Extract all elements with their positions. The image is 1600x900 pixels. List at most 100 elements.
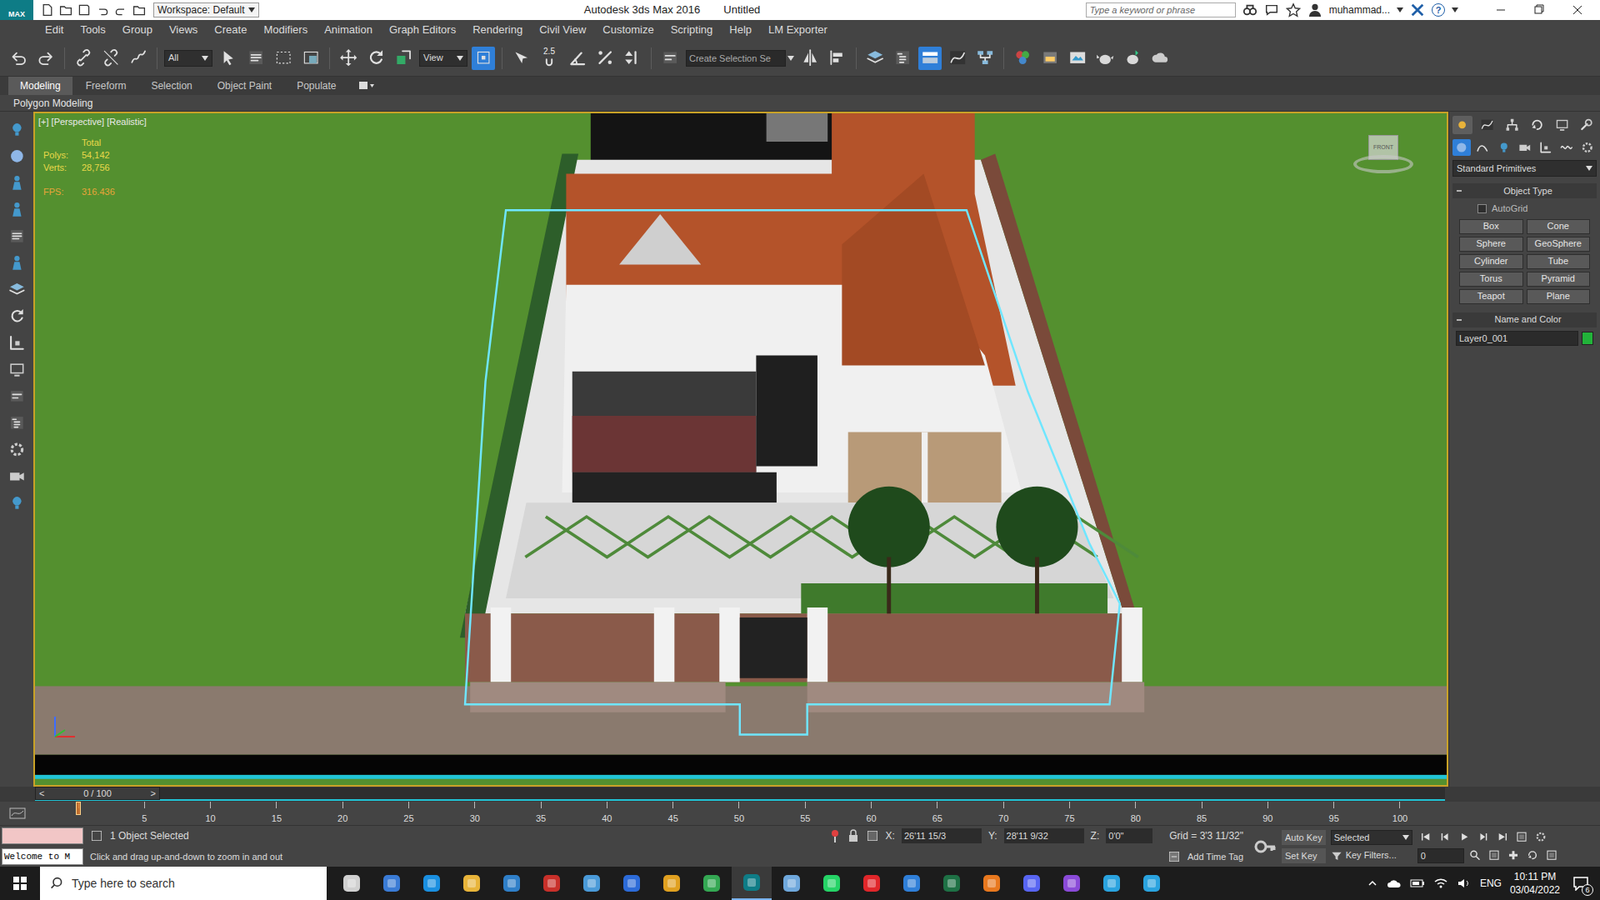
notification-center[interactable]: 6 — [1568, 870, 1594, 896]
menu-item[interactable]: Group — [114, 21, 161, 39]
discord-icon[interactable] — [1011, 866, 1052, 900]
category-dropdown[interactable]: Standard Primitives — [1452, 160, 1597, 177]
menu-item[interactable]: LM Exporter — [760, 21, 836, 39]
snaps-toggle[interactable]: 2.5 — [536, 45, 562, 71]
motion-tab-icon[interactable] — [1526, 115, 1547, 135]
restore-icon[interactable] — [1520, 0, 1559, 20]
lock-icon[interactable] — [847, 829, 860, 843]
grammarly-icon[interactable] — [971, 866, 1012, 900]
time-configuration-icon[interactable] — [1532, 830, 1550, 845]
file-explorer-icon[interactable] — [451, 866, 492, 900]
object-name-field[interactable] — [1455, 330, 1579, 346]
angle-snap-icon[interactable] — [565, 46, 590, 70]
viewcube-face[interactable]: FRONT — [1373, 143, 1394, 153]
mirror-icon[interactable] — [798, 46, 822, 70]
todo-icon[interactable] — [891, 866, 932, 900]
select-and-rotate-icon[interactable] — [364, 46, 388, 70]
display-tab-icon[interactable] — [1551, 115, 1572, 135]
edge-icon[interactable] — [411, 866, 452, 900]
biped-icon[interactable] — [5, 251, 28, 274]
menu-item[interactable]: Tools — [71, 21, 114, 39]
primitive-button[interactable]: Torus — [1459, 271, 1524, 287]
object-icon[interactable] — [5, 145, 28, 167]
caret-icon[interactable] — [1451, 7, 1459, 13]
object-color-swatch[interactable] — [1581, 331, 1594, 345]
telegram-icon[interactable] — [1091, 866, 1132, 900]
user-icon[interactable] — [1307, 2, 1323, 18]
rectangle-selection-region-icon[interactable] — [271, 46, 295, 70]
populate-icon[interactable] — [5, 171, 28, 194]
whatsapp-icon[interactable] — [811, 866, 852, 900]
notepad-icon[interactable] — [771, 866, 812, 900]
primitive-button[interactable]: Plane — [1526, 289, 1591, 305]
input-language[interactable]: ENG — [1480, 875, 1502, 891]
rendered-frame-window-icon[interactable] — [1065, 46, 1090, 70]
viewport-label[interactable]: [+] [Perspective] [Realistic] — [38, 115, 147, 130]
star-icon[interactable] — [1285, 2, 1301, 18]
excel-icon[interactable] — [931, 866, 972, 900]
maximize-viewport-icon[interactable] — [1543, 848, 1560, 864]
calculator-icon[interactable] — [371, 866, 412, 900]
primitive-button[interactable]: Pyramid — [1526, 271, 1591, 287]
key-filters-button[interactable]: Key Filters... — [1345, 848, 1397, 863]
project-folder-icon[interactable] — [131, 2, 147, 18]
systems-icon[interactable] — [1578, 139, 1597, 156]
lights-icon[interactable] — [1494, 139, 1513, 156]
light-icon[interactable] — [5, 118, 28, 140]
add-time-tag[interactable]: Add Time Tag — [1187, 850, 1244, 865]
select-object-icon[interactable] — [216, 46, 240, 70]
menu-item[interactable]: Modifiers — [255, 21, 316, 39]
character-icon[interactable] — [5, 198, 28, 220]
set-key-icon[interactable] — [1253, 835, 1277, 859]
utilities-tab-icon[interactable] — [1576, 115, 1597, 135]
menu-item[interactable]: Animation — [315, 21, 381, 39]
material-editor-icon[interactable] — [1010, 46, 1035, 70]
undo-icon[interactable] — [95, 2, 110, 18]
volume-icon[interactable] — [1456, 877, 1472, 890]
max-logo[interactable]: MAX — [0, 0, 34, 20]
chrome-icon[interactable] — [651, 866, 692, 900]
frame-ruler[interactable]: 5101520253035404550556065707580859095100 — [78, 801, 1400, 825]
scene-explorer-icon[interactable] — [890, 46, 915, 70]
align-icon[interactable] — [825, 46, 850, 70]
primitive-button[interactable]: Teapot — [1459, 289, 1524, 305]
settings-icon[interactable] — [5, 438, 28, 460]
helpers-icon[interactable] — [1536, 139, 1555, 156]
previous-frame-button[interactable]: < — [39, 786, 45, 801]
go-to-start-icon[interactable] — [1417, 830, 1435, 845]
create-tab-icon[interactable] — [1452, 115, 1473, 135]
acrobat-icon[interactable] — [531, 866, 572, 900]
reference-coordinate-dropdown[interactable]: View — [419, 50, 468, 67]
play-icon[interactable] — [1455, 830, 1473, 845]
selection-lock-icon[interactable] — [90, 829, 104, 843]
clock[interactable]: 10:11 PM 03/04/2022 — [1510, 870, 1560, 897]
minimize-icon[interactable] — [1481, 0, 1520, 20]
panel-icon[interactable] — [5, 385, 28, 407]
current-frame-field[interactable] — [1417, 848, 1465, 864]
workspace-dropdown[interactable]: Workspace: Default — [153, 2, 260, 18]
lighting-icon[interactable] — [5, 491, 28, 514]
ribbon-options-icon[interactable] — [358, 80, 375, 92]
close-icon[interactable] — [1558, 0, 1597, 20]
primitive-button[interactable]: Tube — [1526, 254, 1591, 270]
x-field[interactable]: 26'11 15/3 — [901, 828, 982, 844]
autogrid-row[interactable]: AutoGrid — [1452, 201, 1597, 216]
time-slider-thumb[interactable]: <0 / 100> — [35, 786, 160, 800]
time-slider-track[interactable]: <0 / 100> — [35, 787, 1445, 801]
previous-frame-icon[interactable] — [1436, 830, 1454, 845]
onedrive-icon[interactable] — [1386, 877, 1402, 890]
open-file-icon[interactable] — [58, 2, 74, 18]
communication-icon[interactable] — [1264, 2, 1280, 18]
edit-named-selection-icon[interactable] — [658, 46, 682, 70]
go-to-end-icon[interactable] — [1494, 830, 1511, 845]
chrome-icon[interactable] — [691, 866, 732, 900]
3ds-max-icon[interactable] — [731, 866, 772, 900]
opera-icon[interactable] — [851, 866, 892, 900]
ribbon-tab[interactable]: Selection — [139, 76, 204, 95]
exchange-icon[interactable] — [1410, 2, 1425, 18]
ribbon-tab[interactable]: Freeform — [74, 76, 139, 95]
redo-icon[interactable] — [34, 46, 58, 70]
zoom-icon[interactable] — [1466, 848, 1484, 864]
perspective-viewport[interactable]: [+] [Perspective] [Realistic] Total Poly… — [33, 111, 1449, 787]
photoshop-icon[interactable] — [611, 866, 652, 900]
